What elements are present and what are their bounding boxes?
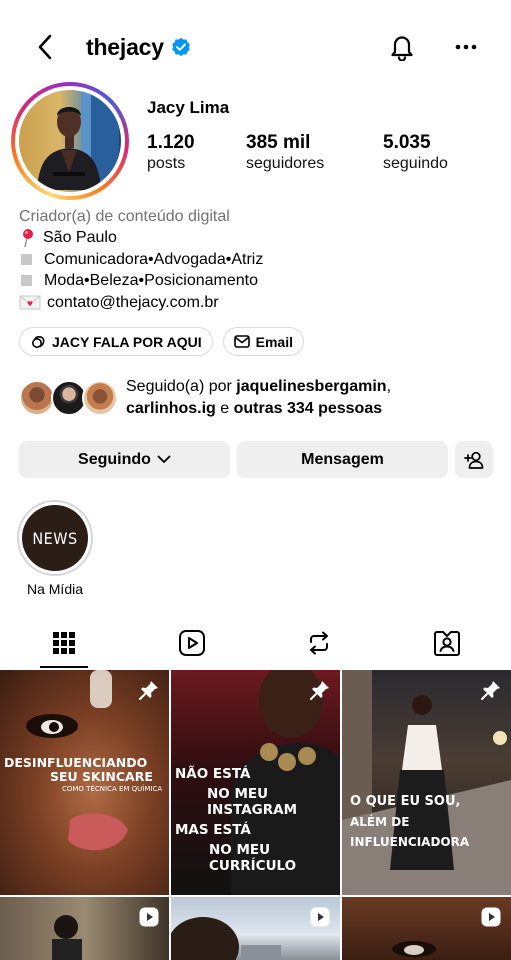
- post-2-line-2: NO MEU INSTAGRAM: [207, 786, 298, 818]
- bio-line-2-text: Moda•Beleza•Posicionamento: [44, 272, 258, 290]
- post-3-line-2: ALÉM DE INFLUENCIADORA: [350, 815, 470, 849]
- location-text: São Paulo: [43, 229, 117, 247]
- post-tile[interactable]: [342, 897, 511, 960]
- highlight-label: Na Mídia: [26, 581, 84, 597]
- threads-link-button[interactable]: JACY FALA POR AQUI: [19, 327, 213, 356]
- message-button-label: Mensagem: [301, 450, 384, 468]
- bio-line-1-text: Comunicadora•Advogada•Atriz: [44, 250, 264, 268]
- tab-tagged[interactable]: [383, 618, 511, 668]
- notifications-button[interactable]: [386, 30, 418, 64]
- follower-username-1[interactable]: jaquelinesbergamin: [236, 378, 386, 395]
- add-person-icon: [464, 451, 484, 469]
- verified-badge-icon: [172, 37, 190, 57]
- message-button[interactable]: Mensagem: [237, 441, 448, 478]
- story-ring[interactable]: [11, 82, 129, 200]
- grid-icon: [53, 632, 75, 654]
- email-button[interactable]: Email: [222, 327, 304, 356]
- followers-label: seguidores: [246, 155, 325, 172]
- profile-tabs: [0, 618, 511, 668]
- post-tile[interactable]: NÃO ESTÁ NO MEU INSTAGRAM MAS ESTÁ NO ME…: [171, 670, 340, 895]
- reel-icon: [139, 907, 159, 927]
- mail-icon: [233, 335, 250, 348]
- more-horizontal-icon: [455, 44, 477, 50]
- reel-icon: [310, 907, 330, 927]
- back-arrow-icon: [38, 34, 52, 60]
- followed-by-text: Seguido(a) por jaquelinesbergamin, carli…: [126, 378, 392, 417]
- follower-others[interactable]: outras 334 pessoas: [234, 400, 383, 417]
- following-label: seguindo: [383, 155, 448, 172]
- posts-value: 1.120: [147, 132, 195, 153]
- post-1-line-3: COMO TÉCNICA EM QUÍMICA: [62, 785, 163, 793]
- love-letter-icon: [19, 295, 41, 310]
- bio-email: contato@thejacy.com.br: [19, 292, 499, 313]
- follower-avatar-3: [82, 380, 118, 416]
- bell-icon: [391, 36, 413, 61]
- tagged-icon: [434, 631, 460, 656]
- post-1-line-2: SEU SKINCARE: [50, 769, 153, 784]
- followed-by[interactable]: Seguido(a) por jaquelinesbergamin, carli…: [19, 376, 499, 420]
- follower-username-2[interactable]: carlinhos.ig: [126, 400, 216, 417]
- chevron-down-icon: [157, 455, 171, 463]
- reel-icon: [481, 907, 501, 927]
- bio: Criador(a) de conteúdo digital São Paulo…: [19, 206, 499, 313]
- following-button-label: Seguindo: [78, 450, 151, 468]
- round-pushpin-icon: [23, 229, 33, 248]
- threads-link-label: JACY FALA POR AQUI: [52, 333, 202, 350]
- avatar: [19, 90, 121, 192]
- email-text[interactable]: contato@thejacy.com.br: [47, 292, 219, 313]
- bio-line-2: Moda•Beleza•Posicionamento: [19, 270, 499, 291]
- tab-posts-grid[interactable]: [0, 618, 128, 668]
- suggest-people-button[interactable]: [455, 441, 493, 478]
- tab-reposts[interactable]: [255, 618, 383, 668]
- post-tile[interactable]: DESINFLUENCIANDO SEU SKINCARE COMO TÉCNI…: [0, 670, 169, 895]
- post-2-line-3: MAS ESTÁ: [175, 822, 251, 838]
- bio-category: Criador(a) de conteúdo digital: [19, 208, 230, 225]
- post-2-line-1: NÃO ESTÁ: [175, 766, 251, 782]
- post-tile[interactable]: [0, 897, 169, 960]
- bio-location: São Paulo: [19, 227, 499, 248]
- post-tile[interactable]: O QUE EU SOU, ALÉM DE INFLUENCIADORA: [342, 670, 511, 895]
- post-tile[interactable]: [171, 897, 340, 960]
- pin-icon: [310, 681, 329, 700]
- follower-avatar-1: [19, 380, 55, 416]
- threads-icon: [32, 335, 45, 348]
- highlight-cover: NEWS: [22, 505, 88, 571]
- post-2-line-4: NO MEU CURRÍCULO: [209, 842, 297, 874]
- square-bullet-icon: [21, 275, 32, 287]
- tab-reels[interactable]: [128, 618, 256, 668]
- profile-actions: Seguindo Mensagem: [19, 441, 493, 478]
- followers-value: 385 mil: [246, 132, 311, 153]
- username-text: thejacy: [86, 33, 164, 60]
- back-button[interactable]: [30, 30, 60, 64]
- highlight-ring: NEWS: [17, 500, 93, 576]
- posts-label: posts: [147, 155, 186, 172]
- display-name: Jacy Lima: [147, 98, 230, 117]
- following-value: 5.035: [383, 132, 431, 153]
- profile-username: thejacy: [86, 30, 191, 64]
- followers-count[interactable]: 385 mil seguidores: [246, 132, 324, 173]
- post-3-line-1: O QUE EU SOU,: [350, 794, 461, 809]
- profile-links: JACY FALA POR AQUI Email: [19, 327, 304, 356]
- reposts-icon: [310, 631, 328, 655]
- email-button-label: Email: [255, 333, 293, 350]
- story-highlight[interactable]: NEWS Na Mídia: [17, 500, 93, 597]
- square-bullet-icon: [21, 254, 32, 266]
- following-count[interactable]: 5.035 seguindo: [383, 132, 448, 173]
- bio-line-1: Comunicadora•Advogada•Atriz: [19, 249, 499, 270]
- pin-icon: [139, 681, 158, 700]
- reels-icon: [179, 630, 205, 656]
- pin-icon: [481, 681, 500, 700]
- following-button[interactable]: Seguindo: [19, 441, 230, 478]
- more-options-button[interactable]: [450, 30, 482, 64]
- posts-count[interactable]: 1.120 posts: [147, 132, 195, 173]
- post-1-line-1: DESINFLUENCIANDO: [4, 755, 148, 770]
